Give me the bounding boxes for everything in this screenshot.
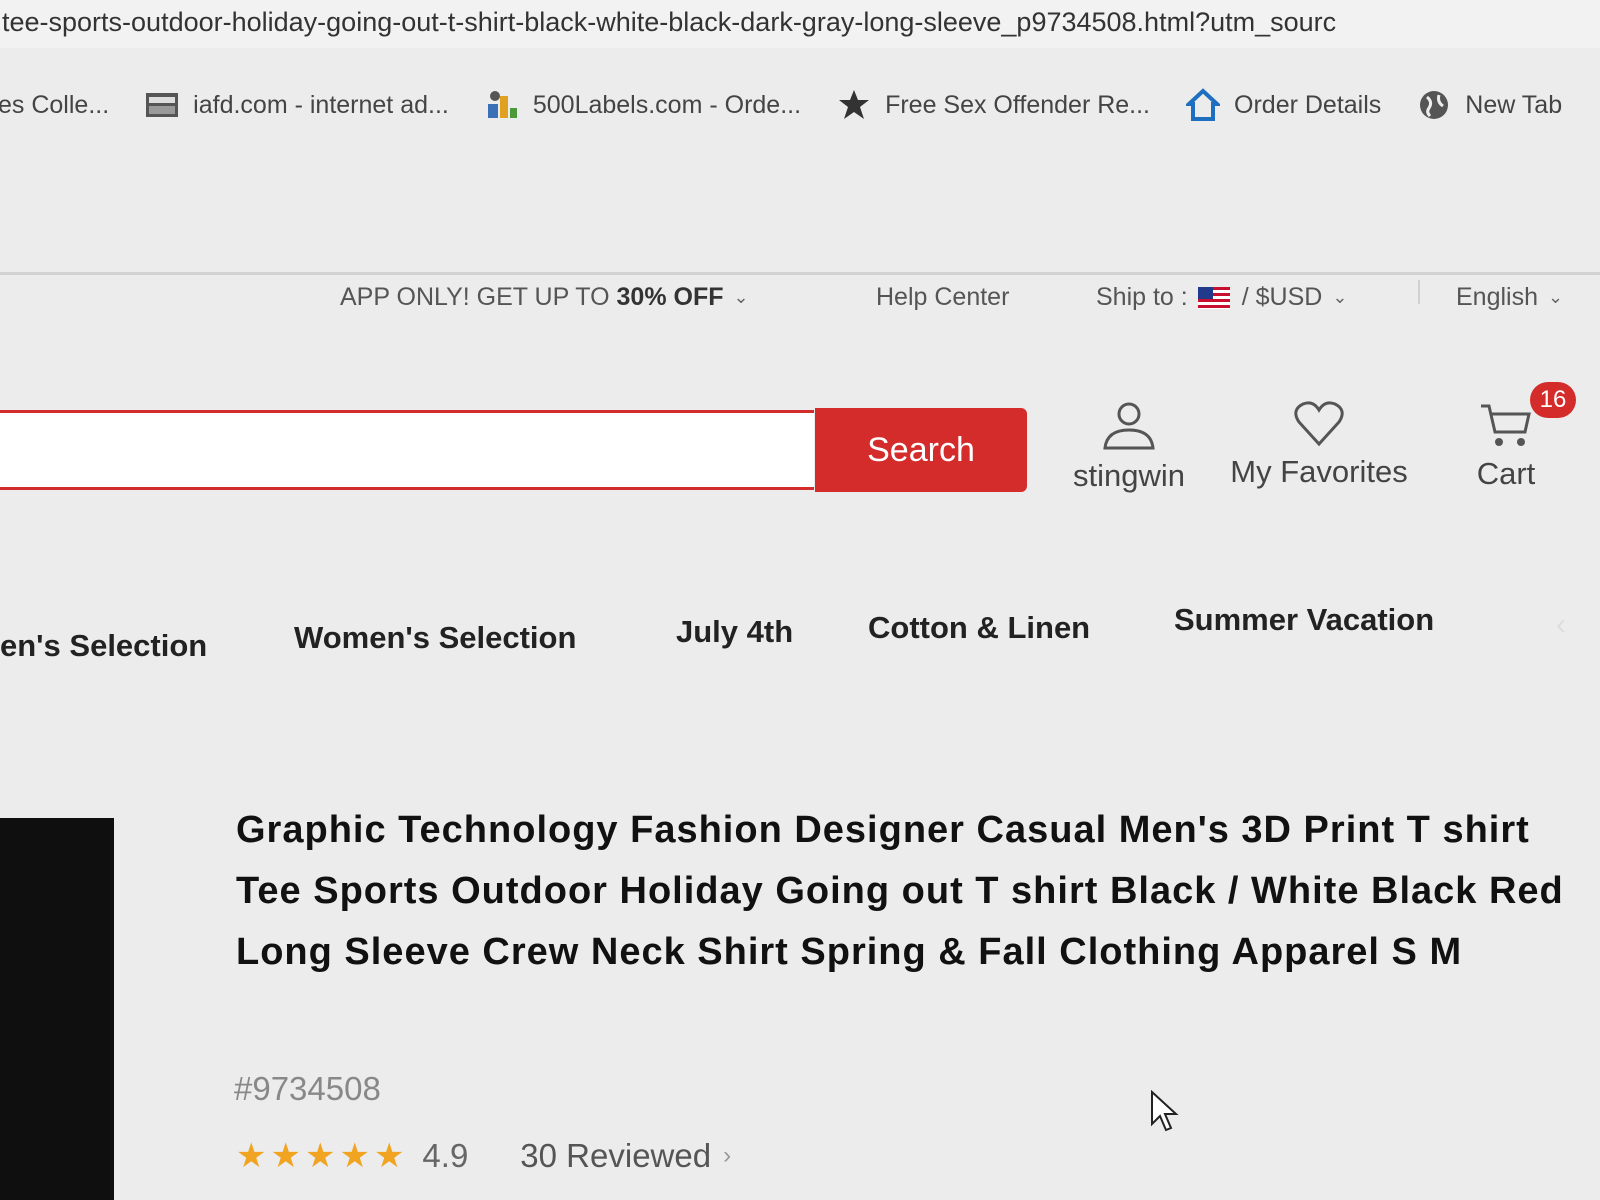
mouse-cursor-icon [1151,1090,1179,1132]
bookmark-item[interactable]: iafd.com - internet ad... [145,88,449,122]
chevron-down-icon: ⌄ [733,287,749,307]
bookmark-label: Free Sex Offender Re... [885,90,1151,119]
favorites-link[interactable]: My Favorites [1224,400,1414,490]
nav-tab-cotton-linen[interactable]: Cotton & Linen [868,610,1090,646]
reviews-link[interactable]: 30 Reviewed [520,1137,711,1175]
currency-label: / $USD [1241,283,1323,311]
home-icon [1186,88,1221,122]
nav-tab-mens-selection[interactable]: en's Selection [0,628,207,664]
product-sku: #9734508 [234,1070,381,1107]
promo-discount: 30% OFF [616,283,724,311]
chevron-down-icon: ⌄ [1332,287,1348,307]
chevron-down-icon: ⌄ [1548,287,1564,307]
offender-icon [837,88,871,122]
username-label: stingwin [1073,458,1185,493]
address-bar[interactable]: tee-sports-outdoor-holiday-going-out-t-s… [0,0,1600,48]
product-image[interactable] [0,818,114,1200]
bookmark-label: 500Labels.com - Orde... [532,90,802,119]
search-button[interactable]: Search [815,408,1027,492]
bookmark-item[interactable]: 500Labels.com - Orde... [485,88,801,122]
bookmark-item[interactable]: es Colle... [0,91,109,120]
ship-to-selector[interactable]: Ship to : / $USD ⌄ [1096,283,1347,312]
rating-value: 4.9 [422,1137,469,1174]
star-icon: ★ [236,1137,267,1175]
product-title: Graphic Technology Fashion Designer Casu… [236,809,1564,973]
labels-icon [485,88,519,122]
bookmark-item[interactable]: Order Details [1186,88,1381,122]
favorites-label: My Favorites [1230,454,1408,489]
heart-icon [1294,401,1344,447]
divider [1418,280,1420,304]
bookmark-label: New Tab [1465,90,1563,119]
top-utility-bar: APP ONLY! GET UP TO 30% OFF ⌄ Help Cente… [0,275,1600,335]
iafd-icon [145,88,179,122]
star-icon: ★ [304,1137,336,1175]
globe-icon [1417,88,1451,122]
nav-tab-summer-vacation[interactable]: Summer Vacation [1174,602,1434,638]
promo-text: APP ONLY! GET UP TO [340,283,610,311]
star-icon: ★ [270,1137,301,1175]
language-selector[interactable]: English ⌄ [1456,283,1563,312]
chevron-left-icon[interactable]: ‹ [1556,608,1566,642]
us-flag-icon [1197,286,1230,309]
cart-label: Cart [1476,456,1536,491]
nav-tab-womens-selection[interactable]: Women's Selection [294,620,576,656]
search-input[interactable] [0,413,818,489]
url-text: tee-sports-outdoor-holiday-going-out-t-s… [2,7,1337,37]
nav-tab-july-4th[interactable]: July 4th [676,614,793,650]
user-icon [1103,402,1155,450]
rating-row: ★ ★ ★ ★ ★ 4.9 30 Reviewed › [236,1136,731,1176]
account-link[interactable]: stingwin [1064,400,1194,494]
help-center-link[interactable]: Help Center [876,283,1009,312]
language-label: English [1456,283,1538,311]
bookmark-label: Order Details [1234,90,1382,119]
cart-icon [1481,404,1531,446]
bookmarks-bar: es Colle... iafd.com - internet ad... 50… [0,70,1600,140]
star-icon: ★ [373,1137,405,1175]
bookmark-label: es Colle... [0,90,110,119]
bookmark-item[interactable]: Free Sex Offender Re... [837,88,1150,122]
cart-link[interactable]: Cart [1466,400,1546,492]
bookmark-item[interactable]: New Tab [1417,88,1562,122]
category-nav: en's Selection Women's Selection July 4t… [0,602,1600,666]
app-promo-link[interactable]: APP ONLY! GET UP TO 30% OFF ⌄ [340,283,749,312]
bookmark-label: iafd.com - internet ad... [193,90,449,119]
search-box [0,410,818,490]
ship-to-label: Ship to : [1096,283,1188,311]
cart-count-badge: 16 [1530,382,1576,418]
help-center-label: Help Center [876,283,1010,311]
star-icon: ★ [339,1137,370,1175]
chevron-right-icon: › [723,1142,732,1169]
